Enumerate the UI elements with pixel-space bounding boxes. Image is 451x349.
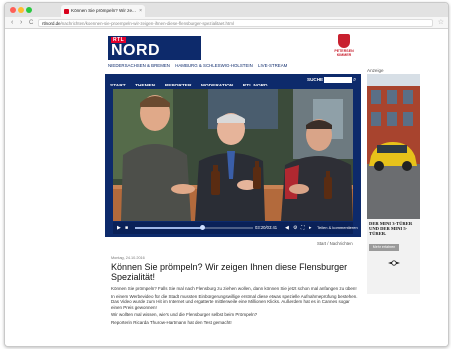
logo-nord-text: NORD — [111, 42, 161, 59]
partner-logo[interactable]: PETERSEN KIMMER — [333, 34, 355, 60]
main-navigation: START THEMEN REPORTER MODERATION RTL NOR… — [105, 74, 361, 89]
browser-toolbar: ‹ › C rtlnord.de/nachrichten/koennen-sie… — [5, 17, 448, 29]
region-link[interactable]: NIEDERSACHSEN & BREMEN — [108, 63, 170, 68]
partner-emblem-icon — [338, 34, 350, 48]
player-controls: ▶ ■ 03:20/03:41 ◀ ⚙ ⛶ ▸ Teilen & komment… — [113, 222, 358, 234]
browser-tab[interactable]: Können Sie prömpeln? Wir ze... × — [61, 5, 145, 17]
settings-icon[interactable]: ⚙ — [293, 222, 297, 234]
stop-icon[interactable]: ■ — [125, 222, 128, 234]
partner-name: PETERSEN KIMMER — [334, 49, 354, 57]
tab-close-icon[interactable]: × — [139, 5, 142, 17]
play-icon[interactable]: ▶ — [117, 222, 121, 234]
region-links: NIEDERSACHSEN & BREMEN HAMBURG & SCHLESW… — [108, 63, 291, 68]
address-bar[interactable]: rtlnord.de/nachrichten/koennen-sie-proem… — [38, 19, 433, 27]
progress-bar[interactable] — [135, 225, 253, 230]
article-paragraph: Wir wollten mal wissen, wie's und die Fl… — [111, 312, 258, 318]
star-icon[interactable]: ☆ — [438, 18, 444, 28]
browser-window: Können Sie prömpeln? Wir ze... × ‹ › C r… — [4, 2, 449, 347]
article-title: Können Sie prömpeln? Wir zeigen Ihnen di… — [111, 262, 348, 282]
article-paragraph: In einem Werbevideo für die Stadt musste… — [111, 293, 358, 310]
volume-icon[interactable]: ◀ — [285, 222, 289, 234]
mini-logo-icon — [388, 260, 400, 266]
article: Montag, 24.10.2016 Können Sie prömpeln? … — [111, 256, 359, 326]
tab-bar: Können Sie prömpeln? Wir ze... × — [5, 3, 448, 17]
search-label: SUCHE — [307, 77, 324, 82]
article-paragraph: Können Sie prömpeln? Falls Sie mal nach … — [111, 286, 357, 291]
forward-button[interactable]: › — [20, 18, 22, 28]
web-page: RTL NORD PETERSEN KIMMER NIEDERSACHSEN &… — [5, 30, 448, 346]
article-date: Montag, 24.10.2016 — [111, 256, 145, 260]
fullscreen-icon[interactable]: ⛶ — [301, 222, 305, 234]
search-icon[interactable]: ⌕ — [353, 74, 356, 86]
rtl-nord-logo[interactable]: RTL NORD — [108, 36, 201, 60]
share-comment-button[interactable]: Teilen & kommentieren — [317, 222, 358, 234]
url-host: rtlnord.de — [42, 21, 61, 26]
ad-cta-button[interactable]: Mehr erfahren — [369, 244, 399, 251]
search-input[interactable] — [324, 77, 352, 83]
advertisement[interactable]: DER MINI 3-TÜRER UND DER MINI 5-TÜRER. M… — [367, 74, 420, 294]
tab-title: Können Sie prömpeln? Wir ze... — [71, 8, 136, 13]
progress-knob[interactable] — [199, 225, 205, 230]
share-icon[interactable]: ▸ — [309, 222, 312, 234]
url-path: /nachrichten/koennen-sie-proempeln-wir-z… — [60, 21, 234, 26]
back-button[interactable]: ‹ — [11, 18, 13, 28]
video-still — [113, 89, 353, 221]
ad-headline: DER MINI 3-TÜRER UND DER MINI 5-TÜRER. — [369, 221, 413, 237]
close-window-button[interactable] — [10, 7, 16, 13]
minimize-window-button[interactable] — [18, 7, 24, 13]
time-display: 03:20/03:41 — [255, 225, 278, 230]
ad-image — [367, 74, 420, 219]
article-credit: Reporterin Ricarda Thurow-Hartmann hat d… — [111, 319, 232, 325]
video-player: ▶ ■ 03:20/03:41 ◀ ⚙ ⛶ ▸ Teilen & komment… — [105, 86, 361, 237]
zoom-window-button[interactable] — [26, 7, 32, 13]
progress-fill — [135, 227, 203, 229]
reload-button[interactable]: C — [29, 18, 33, 28]
video-frame[interactable] — [113, 89, 353, 221]
livestream-link[interactable]: LIVE-STREAM — [258, 63, 287, 68]
ad-label: Anzeige — [367, 68, 384, 73]
favicon-icon — [64, 9, 69, 14]
region-link[interactable]: HAMBURG & SCHLESWIG-HOLSTEIN — [175, 63, 253, 68]
breadcrumb[interactable]: Start / Nachrichten — [317, 241, 353, 246]
